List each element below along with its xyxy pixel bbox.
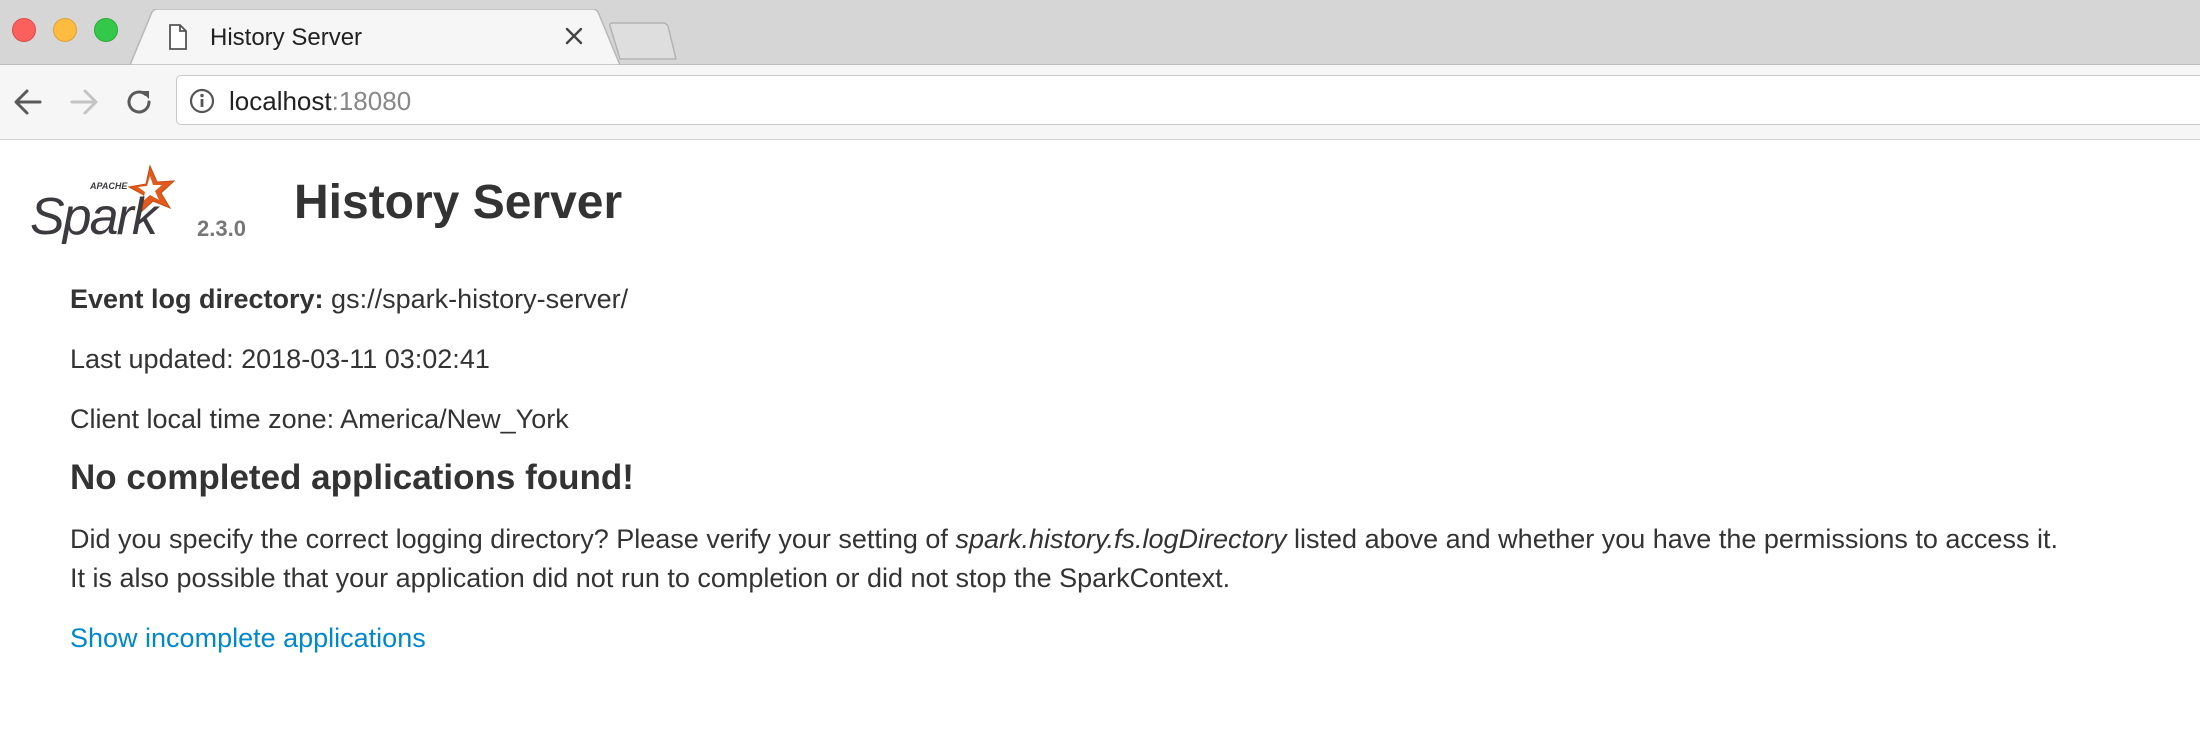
tab-strip: History Server	[0, 0, 2200, 65]
reload-icon[interactable]	[124, 87, 154, 117]
no-applications-heading: No completed applications found!	[70, 458, 634, 497]
back-arrow-icon[interactable]	[12, 87, 44, 117]
description-text-before: Did you specify the correct logging dire…	[70, 524, 956, 554]
logo-spark-text: Spark	[30, 188, 161, 244]
close-window-button[interactable]	[12, 18, 36, 42]
url-port: :18080	[331, 86, 412, 116]
maximize-window-button[interactable]	[94, 18, 118, 42]
event-log-directory: Event log directory: gs://spark-history-…	[70, 282, 628, 316]
active-tab[interactable]	[130, 9, 620, 65]
description-text-after: listed above and whether you have the pe…	[1286, 524, 2058, 554]
tab-close-icon[interactable]	[564, 26, 584, 46]
minimize-window-button[interactable]	[53, 18, 77, 42]
log-directory-setting: spark.history.fs.logDirectory	[955, 524, 1287, 554]
address-bar[interactable]: localhost:18080	[176, 75, 2200, 125]
forward-arrow-icon[interactable]	[68, 87, 100, 117]
tab-title: History Server	[210, 24, 363, 51]
description-line-2: It is also possible that your applicatio…	[70, 563, 1231, 593]
url-text[interactable]: localhost:18080	[229, 87, 411, 115]
new-tab-button[interactable]	[608, 22, 678, 60]
show-incomplete-applications-link[interactable]: Show incomplete applications	[70, 621, 426, 655]
version-badge: 2.3.0	[197, 216, 246, 241]
event-log-label: Event log directory:	[70, 284, 324, 314]
last-updated: Last updated: 2018-03-11 03:02:41	[70, 344, 490, 374]
client-time-zone: Client local time zone: America/New_York	[70, 404, 569, 434]
page-content: APACHE Spark 2.3.0 History Server Event …	[0, 140, 2200, 756]
url-host: localhost	[229, 86, 332, 116]
description-line-1: Did you specify the correct logging dire…	[70, 522, 2058, 556]
info-icon[interactable]	[189, 88, 215, 114]
file-icon	[169, 24, 187, 50]
event-log-value: gs://spark-history-server/	[323, 284, 629, 314]
page-title: History Server	[294, 176, 623, 229]
browser-toolbar: localhost:18080	[0, 65, 2200, 140]
spark-logo[interactable]: APACHE Spark	[28, 162, 188, 244]
